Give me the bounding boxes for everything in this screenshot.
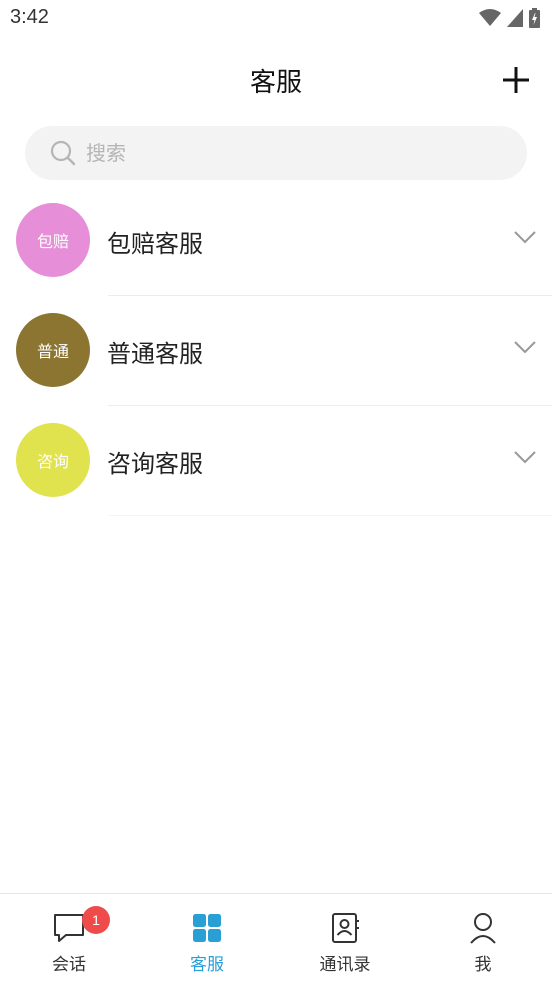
bottom-tab-bar: 1 会话 客服 通讯录 我 — [0, 893, 552, 982]
contacts-icon — [332, 913, 359, 943]
service-name: 普通客服 — [107, 340, 203, 368]
avatar: 普通 — [16, 313, 90, 387]
chat-bubble-icon — [54, 914, 84, 942]
tab-conversations[interactable]: 1 会话 — [0, 894, 138, 982]
avatar-label: 普通 — [36, 342, 69, 361]
chevron-down-icon[interactable] — [514, 340, 536, 354]
service-item-putong[interactable]: 普通 普通客服 — [0, 296, 552, 406]
page-title: 客服 — [249, 68, 302, 98]
avatar: 咨询 — [16, 423, 90, 497]
tab-contacts[interactable]: 通讯录 — [276, 894, 414, 982]
plus-icon — [503, 67, 529, 93]
avatar-label: 咨询 — [36, 452, 69, 471]
unread-badge: 1 — [82, 906, 110, 934]
avatar-label: 包赔 — [36, 232, 69, 251]
chevron-down-icon[interactable] — [514, 450, 536, 464]
search-input[interactable] — [84, 140, 488, 166]
status-time: 3:42 — [10, 6, 49, 28]
person-icon — [470, 913, 496, 944]
header: 客服 — [0, 50, 552, 110]
grid-icon — [193, 914, 221, 942]
tab-me[interactable]: 我 — [414, 894, 552, 982]
tab-label: 我 — [474, 955, 492, 975]
chevron-down-icon[interactable] — [514, 230, 536, 244]
battery-icon — [529, 8, 540, 28]
service-list: 包赔 包赔客服 普通 普通客服 咨询 咨询客服 — [0, 186, 552, 516]
tab-label: 会话 — [52, 955, 86, 975]
search-icon — [50, 140, 76, 166]
status-bar: 3:42 — [0, 0, 552, 40]
cellular-signal-icon — [507, 9, 523, 27]
divider — [108, 515, 552, 516]
service-name: 包赔客服 — [107, 230, 203, 258]
service-name: 咨询客服 — [107, 450, 203, 478]
tab-label: 通讯录 — [319, 955, 371, 975]
status-icons — [479, 7, 540, 29]
tab-label: 客服 — [190, 955, 224, 975]
service-item-zixun[interactable]: 咨询 咨询客服 — [0, 406, 552, 516]
tab-customer-service[interactable]: 客服 — [138, 894, 276, 982]
avatar: 包赔 — [16, 203, 90, 277]
add-button[interactable] — [502, 66, 530, 94]
wifi-icon — [479, 9, 501, 26]
search-bar[interactable] — [25, 126, 527, 180]
service-item-baopei[interactable]: 包赔 包赔客服 — [0, 186, 552, 296]
